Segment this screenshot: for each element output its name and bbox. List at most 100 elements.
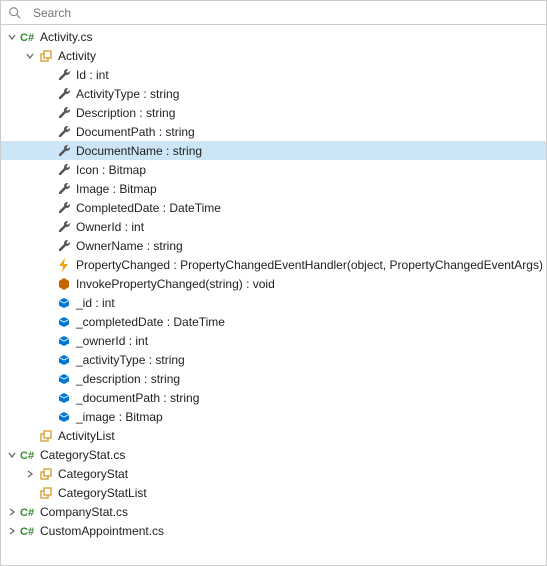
tree-label: Activity: [58, 49, 96, 63]
tree-label: Description : string: [76, 106, 175, 120]
tree-row[interactable]: _ownerId : int: [1, 331, 546, 350]
search-input[interactable]: [31, 5, 540, 21]
property-icon: [56, 219, 72, 235]
search-icon: [7, 5, 23, 21]
tree-label: Activity.cs: [40, 30, 92, 44]
tree-row[interactable]: C# CategoryStat.cs: [1, 445, 546, 464]
property-icon: [56, 238, 72, 254]
expander-none: [41, 239, 55, 253]
tree-label: OwnerName : string: [76, 239, 183, 253]
tree-row[interactable]: _activityType : string: [1, 350, 546, 369]
tree-row[interactable]: PropertyChanged : PropertyChangedEventHa…: [1, 255, 546, 274]
expander-none: [41, 201, 55, 215]
tree-label: DocumentName : string: [76, 144, 202, 158]
field-icon: [56, 409, 72, 425]
tree-label: CompletedDate : DateTime: [76, 201, 221, 215]
tree-row[interactable]: Image : Bitmap: [1, 179, 546, 198]
tree-label: _image : Bitmap: [76, 410, 163, 424]
tree-label: CategoryStat: [58, 467, 128, 481]
field-icon: [56, 295, 72, 311]
expander-none: [41, 391, 55, 405]
expander-none: [41, 315, 55, 329]
expander-none: [41, 258, 55, 272]
tree-row[interactable]: _completedDate : DateTime: [1, 312, 546, 331]
tree-row[interactable]: Activity: [1, 46, 546, 65]
class-icon: [38, 466, 54, 482]
tree-label: _completedDate : DateTime: [76, 315, 225, 329]
property-icon: [56, 143, 72, 159]
tree-row[interactable]: _documentPath : string: [1, 388, 546, 407]
tree-label: CategoryStatList: [58, 486, 147, 500]
field-icon: [56, 333, 72, 349]
tree-label: OwnerId : int: [76, 220, 144, 234]
tree-row[interactable]: OwnerName : string: [1, 236, 546, 255]
tree-label: _ownerId : int: [76, 334, 148, 348]
expander-closed-icon[interactable]: [23, 467, 37, 481]
tree-row[interactable]: C# CustomAppointment.cs: [1, 521, 546, 540]
expander-none: [41, 353, 55, 367]
tree-row[interactable]: ActivityList: [1, 426, 546, 445]
expander-none: [41, 296, 55, 310]
svg-text:C#: C#: [20, 450, 34, 462]
tree-row[interactable]: CategoryStat: [1, 464, 546, 483]
tree-row[interactable]: CompletedDate : DateTime: [1, 198, 546, 217]
tree-label: Image : Bitmap: [76, 182, 157, 196]
expander-none: [23, 429, 37, 443]
expander-none: [41, 144, 55, 158]
tree-row[interactable]: C# Activity.cs: [1, 27, 546, 46]
field-icon: [56, 352, 72, 368]
expander-none: [41, 125, 55, 139]
csharp-file-icon: C#: [20, 523, 36, 539]
field-icon: [56, 371, 72, 387]
expander-none: [41, 106, 55, 120]
svg-text:C#: C#: [20, 507, 34, 519]
csharp-file-icon: C#: [20, 504, 36, 520]
tree-row[interactable]: CategoryStatList: [1, 483, 546, 502]
expander-none: [41, 410, 55, 424]
tree-row[interactable]: ActivityType : string: [1, 84, 546, 103]
tree-view: C# Activity.cs Activity Id : int ActivityTyp…: [1, 25, 546, 565]
expander-none: [41, 68, 55, 82]
tree-label: Icon : Bitmap: [76, 163, 146, 177]
tree-label: ActivityType : string: [76, 87, 179, 101]
tree-label: CompanyStat.cs: [40, 505, 128, 519]
tree-row[interactable]: C# CompanyStat.cs: [1, 502, 546, 521]
expander-none: [41, 220, 55, 234]
expander-closed-icon[interactable]: [5, 505, 19, 519]
expander-none: [41, 277, 55, 291]
property-icon: [56, 162, 72, 178]
tree-row[interactable]: DocumentName : string: [1, 141, 546, 160]
expander-open-icon[interactable]: [5, 30, 19, 44]
tree-row[interactable]: Icon : Bitmap: [1, 160, 546, 179]
tree-label: ActivityList: [58, 429, 115, 443]
expander-none: [41, 163, 55, 177]
tree-label: _description : string: [76, 372, 180, 386]
tree-row[interactable]: _description : string: [1, 369, 546, 388]
tree-row[interactable]: _id : int: [1, 293, 546, 312]
tree-row[interactable]: OwnerId : int: [1, 217, 546, 236]
property-icon: [56, 105, 72, 121]
property-icon: [56, 124, 72, 140]
property-icon: [56, 86, 72, 102]
expander-open-icon[interactable]: [23, 49, 37, 63]
tree-row[interactable]: InvokePropertyChanged(string) : void: [1, 274, 546, 293]
class-icon: [38, 48, 54, 64]
expander-open-icon[interactable]: [5, 448, 19, 462]
method-icon: [56, 276, 72, 292]
field-icon: [56, 314, 72, 330]
tree-row[interactable]: Id : int: [1, 65, 546, 84]
tree-row[interactable]: _image : Bitmap: [1, 407, 546, 426]
tree-row[interactable]: DocumentPath : string: [1, 122, 546, 141]
tree-label: Id : int: [76, 68, 109, 82]
csharp-file-icon: C#: [20, 447, 36, 463]
expander-closed-icon[interactable]: [5, 524, 19, 538]
svg-text:C#: C#: [20, 526, 34, 538]
svg-text:C#: C#: [20, 32, 34, 44]
tree-label: CategoryStat.cs: [40, 448, 125, 462]
tree-label: CustomAppointment.cs: [40, 524, 164, 538]
class-icon: [38, 485, 54, 501]
tree-label: InvokePropertyChanged(string) : void: [76, 277, 275, 291]
event-icon: [56, 257, 72, 273]
tree-row[interactable]: Description : string: [1, 103, 546, 122]
tree-label: _id : int: [76, 296, 115, 310]
